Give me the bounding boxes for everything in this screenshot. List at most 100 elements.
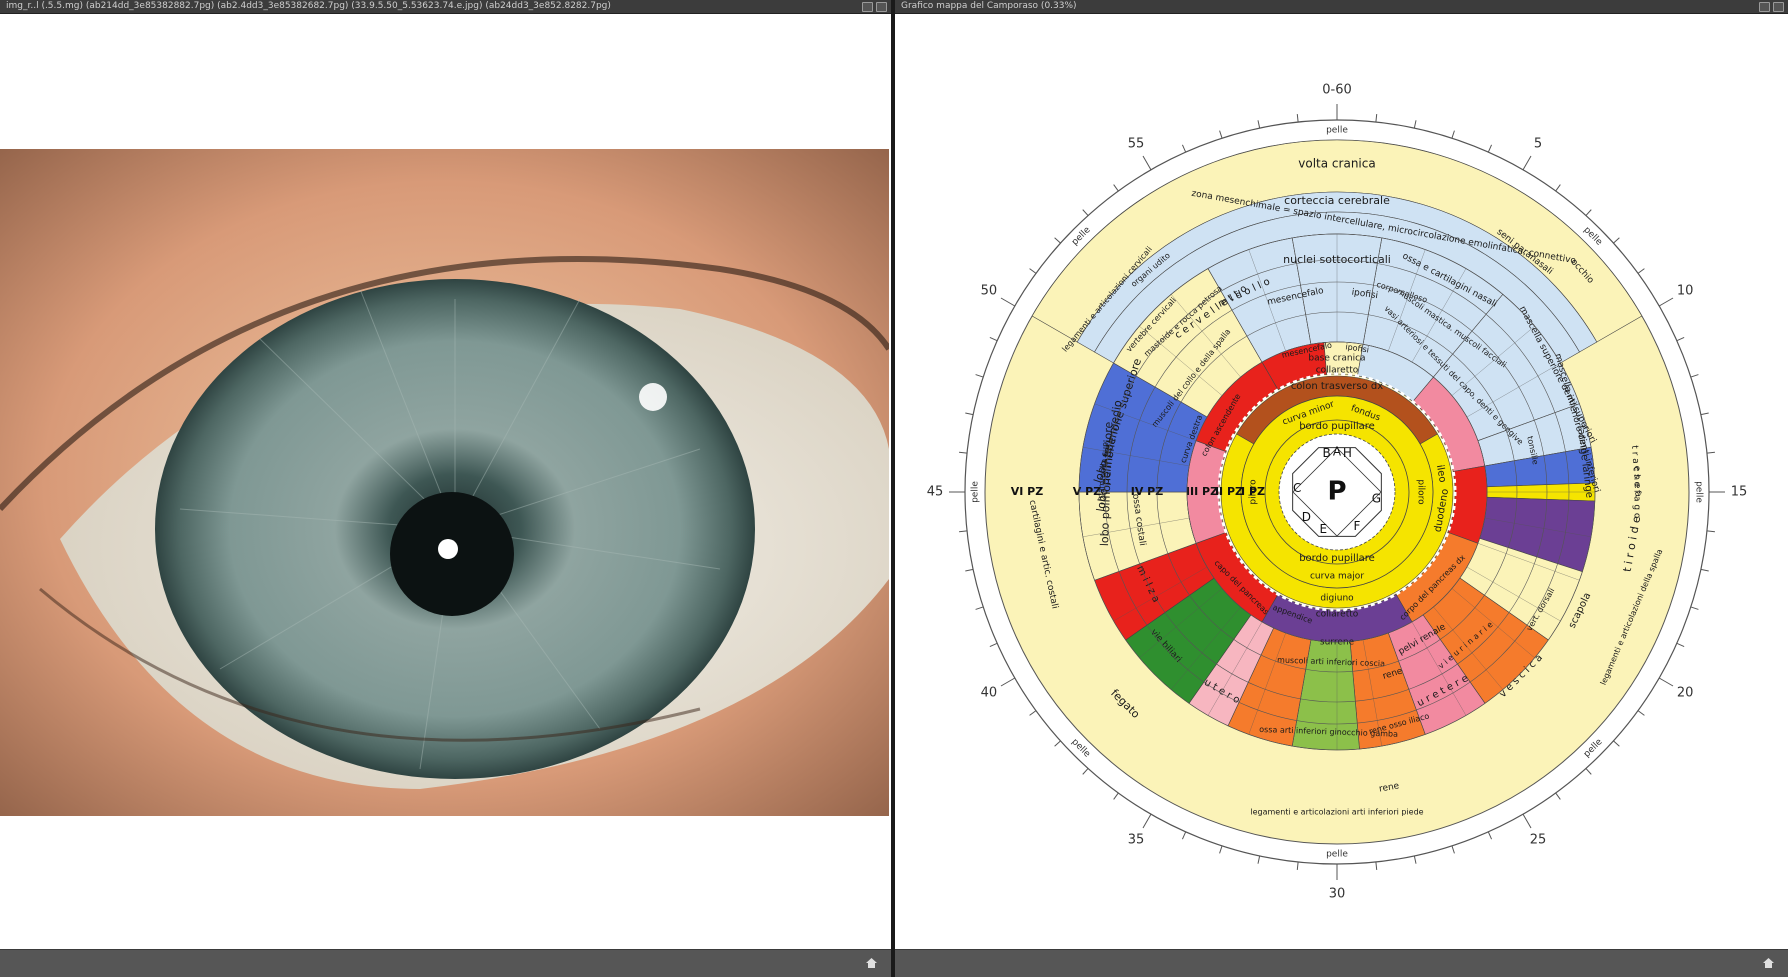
- clock-tick: [1113, 792, 1119, 800]
- organ-label-legamenti_piede: legamenti e articolazioni arti inferiori…: [1250, 808, 1423, 817]
- clock-tick: [1257, 120, 1261, 129]
- clock-label: 30: [1329, 887, 1346, 902]
- clock-tick: [1113, 184, 1119, 192]
- piloro-left-label: piloro: [1249, 479, 1259, 505]
- clock-tick: [965, 412, 974, 416]
- clock-tick: [1700, 568, 1709, 572]
- clock-tick: [1142, 813, 1152, 829]
- right-titlebar[interactable]: Grafico mappa del Camporaso (0.33%): [895, 0, 1788, 14]
- clock-tick: [1658, 297, 1674, 307]
- zone-label: VI PZ: [1011, 485, 1043, 498]
- clock-tick: [1375, 861, 1378, 870]
- maximize-button[interactable]: [876, 2, 887, 12]
- left-statusbar: [0, 949, 891, 977]
- clock-tick: [1522, 813, 1532, 829]
- clock-tick: [1413, 855, 1417, 864]
- pelle-label: pelle: [1326, 126, 1348, 136]
- clock-tick: [1637, 268, 1645, 274]
- clock-label: 0-60: [1322, 83, 1352, 98]
- clock-tick: [1690, 374, 1699, 378]
- pelle-label: pelle: [1326, 850, 1348, 860]
- clock-tick: [1706, 451, 1715, 454]
- chart-canvas[interactable]: 0-60 5 10 15 20 25 30 35 40 45 50 55 pelle pelle pelle…: [895, 14, 1788, 950]
- clock-tick: [1451, 130, 1455, 139]
- clock-tick: [1029, 710, 1037, 716]
- bordo-top-label: bordo pupillare: [1299, 421, 1375, 432]
- clock-tick: [1181, 831, 1187, 840]
- clock-tick: [1706, 530, 1715, 533]
- clock-tick: [959, 530, 968, 533]
- clock-tick: [975, 374, 984, 378]
- clock-tick: [1181, 144, 1187, 153]
- clock-label: 20: [1677, 686, 1694, 701]
- corteccia-label: corteccia cerebrale: [1284, 194, 1390, 207]
- clock-tick: [1000, 297, 1016, 307]
- clock-tick: [1522, 155, 1532, 171]
- window-title: Grafico mappa del Camporaso (0.33%): [901, 1, 1077, 11]
- bordo-bottom-label: bordo pupillare: [1299, 553, 1375, 564]
- home-icon[interactable]: [1763, 958, 1774, 968]
- clock-label: 35: [1128, 833, 1145, 848]
- clock-tick: [1676, 336, 1685, 342]
- pelle-label: pelle: [971, 481, 981, 503]
- home-icon[interactable]: [866, 958, 877, 968]
- clock-label: 45: [927, 485, 944, 500]
- clock-tick: [1054, 740, 1061, 747]
- image-canvas[interactable]: [0, 14, 891, 950]
- clock-label: 15: [1731, 485, 1748, 500]
- clock-label: 50: [981, 284, 998, 299]
- clock-tick: [1613, 740, 1620, 747]
- clock-tick: [1487, 144, 1493, 153]
- clock-label: 5: [1534, 136, 1542, 151]
- clock-label: 10: [1677, 284, 1694, 299]
- left-titlebar[interactable]: img_r..l (.5.5.mg) (ab214dd_3e85382882.7…: [0, 0, 891, 14]
- clock-tick: [959, 451, 968, 454]
- collaretto-top-label: collaretto: [1316, 366, 1359, 376]
- clock-tick: [1585, 768, 1592, 775]
- clock-tick: [1296, 114, 1299, 123]
- clock-tick: [1219, 130, 1223, 139]
- colon-label: colon trasverso dx: [1291, 381, 1383, 392]
- zone-label: II PZ: [1215, 485, 1243, 498]
- clock-tick: [1690, 606, 1699, 610]
- window-controls: [862, 2, 887, 12]
- clock-tick: [1585, 209, 1592, 216]
- collaretto-bottom-label: collaretto: [1316, 610, 1359, 620]
- clock-tick: [1219, 845, 1223, 854]
- pupil-letter: A: [1333, 445, 1342, 459]
- clock-tick: [1413, 120, 1417, 129]
- clock-tick: [1375, 114, 1378, 123]
- clock-tick: [1082, 768, 1089, 775]
- piloro-right-label: piloro: [1416, 479, 1426, 505]
- window-title: img_r..l (.5.5.mg) (ab214dd_3e85382882.7…: [6, 1, 611, 11]
- clock-tick: [989, 336, 998, 342]
- pupil-letter: D: [1302, 510, 1311, 524]
- zone-label: III PZ: [1186, 485, 1218, 498]
- right-statusbar: [895, 949, 1788, 977]
- maximize-button[interactable]: [1773, 2, 1784, 12]
- clock-tick: [1000, 677, 1016, 687]
- pupil-letter: B: [1323, 446, 1331, 460]
- image-viewer-window[interactable]: img_r..l (.5.5.mg) (ab214dd_3e85382882.7…: [0, 0, 891, 977]
- pelle-label: pelle: [1694, 481, 1704, 503]
- clock-tick: [975, 606, 984, 610]
- pupil-center-label: P: [1327, 477, 1346, 507]
- clock-tick: [1555, 184, 1561, 192]
- clock-tick: [1555, 792, 1561, 800]
- chart-viewer-window[interactable]: Grafico mappa del Camporaso (0.33%) 0-60…: [895, 0, 1788, 977]
- minimize-button[interactable]: [1759, 2, 1770, 12]
- clock-tick: [1676, 642, 1685, 648]
- clock-tick: [1658, 677, 1674, 687]
- eye-photo: [0, 149, 889, 816]
- clock-tick: [989, 642, 998, 648]
- clock-tick: [1082, 209, 1089, 216]
- pupil-letter: H: [1343, 446, 1352, 460]
- volta-label: volta cranica: [1298, 157, 1375, 171]
- clock-tick: [1054, 237, 1061, 244]
- digiuno-label: digiuno: [1320, 594, 1354, 604]
- clock-tick: [1029, 268, 1037, 274]
- clock-tick: [965, 568, 974, 572]
- minimize-button[interactable]: [862, 2, 873, 12]
- clock-tick: [1700, 412, 1709, 416]
- clock-tick: [1451, 845, 1455, 854]
